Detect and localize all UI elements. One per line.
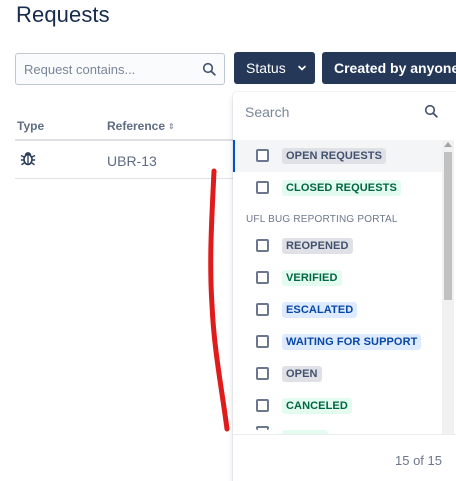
checkbox[interactable] [256,303,269,316]
checkbox[interactable] [256,426,269,430]
dropdown-option-verified[interactable]: VERIFIED [233,262,443,294]
checkbox[interactable] [256,181,269,194]
bug-icon [20,152,36,166]
status-filter-label: Status [246,60,286,76]
column-header-reference[interactable]: Reference ⇕ [107,119,175,133]
dropdown-option-open[interactable]: OPEN [233,358,443,390]
dropdown-group-label: UFL BUG REPORTING PORTAL [246,214,398,225]
created-by-filter-button[interactable]: Created by anyone [322,52,456,84]
result-count: 15 of 15 [395,453,442,468]
checkbox[interactable] [256,367,269,380]
request-search-field[interactable] [15,53,225,85]
request-search-input[interactable] [16,54,196,84]
dropdown-footer: 15 of 15 [233,434,456,481]
status-lozenge: CANCELED [282,398,352,414]
dropdown-search-input[interactable] [245,101,415,123]
dropdown-scrollbar[interactable] [442,140,454,481]
scroll-up-arrow-icon[interactable] [444,142,452,147]
page-title: Requests [16,2,110,27]
checkbox[interactable] [256,399,269,412]
status-dropdown: OPEN REQUESTS CLOSED REQUESTS UFL BUG RE… [233,92,456,481]
status-lozenge: REOPENED [282,238,353,254]
created-by-filter-label: Created by anyone [334,60,456,76]
status-lozenge: WAITING FOR SUPPORT [282,334,422,350]
dropdown-option-canceled[interactable]: CANCELED [233,390,443,422]
column-header-type[interactable]: Type [17,119,44,133]
status-lozenge: CLOSED REQUESTS [282,180,401,196]
checkbox[interactable] [256,335,269,348]
dropdown-option-escalated[interactable]: ESCALATED [233,294,443,326]
dropdown-option-reopened[interactable]: REOPENED [233,230,443,262]
checkbox[interactable] [256,239,269,252]
search-icon[interactable] [202,62,216,76]
status-lozenge: OPEN REQUESTS [282,148,387,164]
search-icon[interactable] [424,104,438,118]
status-filter-button[interactable]: Status [234,52,315,84]
status-lozenge: VERIFIED [282,270,342,286]
column-header-reference-label: Reference [107,119,166,133]
dropdown-option-closed-requests[interactable]: CLOSED REQUESTS [233,172,443,204]
scrollbar-thumb[interactable] [444,152,452,300]
dropdown-options-list[interactable]: OPEN REQUESTS CLOSED REQUESTS UFL BUG RE… [233,140,443,481]
dropdown-option-waiting-for-support[interactable]: WAITING FOR SUPPORT [233,326,443,358]
status-lozenge: OPEN [282,366,322,382]
checkbox[interactable] [256,271,269,284]
dropdown-search[interactable] [233,92,456,132]
chevron-down-icon [298,65,306,71]
sort-icon: ⇕ [168,122,175,131]
status-lozenge: ESCALATED [282,302,358,318]
dropdown-option-open-requests[interactable]: OPEN REQUESTS [233,140,443,172]
request-reference[interactable]: UBR-13 [107,153,157,169]
checkbox[interactable] [256,149,269,162]
